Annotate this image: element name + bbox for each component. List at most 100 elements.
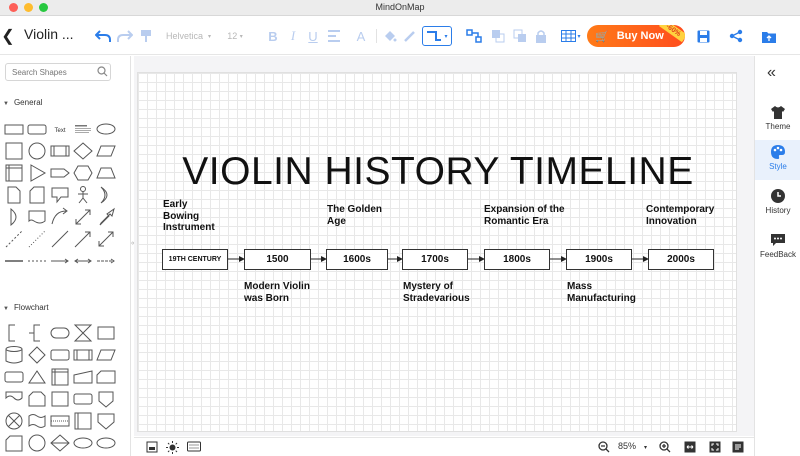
connector-circle-shape[interactable] bbox=[26, 432, 48, 454]
font-size-select[interactable]: 12 ▾ bbox=[224, 26, 246, 46]
page-setup-icon[interactable] bbox=[732, 441, 744, 455]
dotted-line-shape[interactable] bbox=[26, 228, 48, 250]
table-icon[interactable]: ▾ bbox=[560, 26, 582, 46]
zoom-level[interactable]: 85% bbox=[618, 441, 636, 451]
connector-icon[interactable] bbox=[464, 26, 484, 46]
timeline-box-2000s[interactable]: 2000s bbox=[648, 249, 714, 270]
undo-icon[interactable] bbox=[94, 26, 112, 46]
timeline-box-1500[interactable]: 1500 bbox=[244, 249, 311, 270]
database-shape[interactable] bbox=[3, 344, 25, 366]
theme-tab[interactable]: Theme bbox=[755, 100, 800, 140]
loop-limit-shape[interactable] bbox=[26, 388, 48, 410]
label-romantic-era[interactable]: Expansion of the Romantic Era bbox=[484, 204, 565, 227]
annotation-shape[interactable] bbox=[26, 322, 48, 344]
off-page-shape[interactable] bbox=[3, 388, 25, 410]
bold-icon[interactable]: B bbox=[266, 26, 280, 46]
display-shape[interactable] bbox=[72, 432, 94, 454]
align-icon[interactable] bbox=[326, 26, 344, 46]
export-icon[interactable] bbox=[760, 26, 778, 46]
horizontal-dash-arrow-shape[interactable] bbox=[95, 250, 117, 272]
horizontal-dashed-line-shape[interactable] bbox=[26, 250, 48, 272]
terminator-shape[interactable] bbox=[49, 322, 71, 344]
diamond-shape[interactable] bbox=[72, 140, 94, 162]
delay-shape[interactable] bbox=[95, 322, 117, 344]
collapse-right-panel-icon[interactable]: « bbox=[767, 64, 776, 82]
zoom-out-icon[interactable] bbox=[598, 441, 610, 455]
label-modern-violin[interactable]: Modern Violin was Born bbox=[244, 281, 310, 304]
save-icon[interactable] bbox=[694, 26, 712, 46]
label-stradevarious[interactable]: Mystery of Stradevarious bbox=[403, 281, 470, 304]
canvas-area[interactable]: VIOLIN HISTORY TIMELINE 19TH CENTURY 150… bbox=[134, 56, 754, 436]
curved-arrow-shape[interactable] bbox=[49, 206, 71, 228]
summing-junction-shape[interactable] bbox=[3, 410, 25, 432]
block-arrow-shape[interactable] bbox=[95, 206, 117, 228]
history-tab[interactable]: History bbox=[755, 184, 800, 224]
line-style-select[interactable]: ▾ bbox=[422, 26, 452, 46]
card-shape[interactable] bbox=[26, 184, 48, 206]
rectangle-shape[interactable] bbox=[3, 118, 25, 140]
parallelogram-shape[interactable] bbox=[95, 140, 117, 162]
heading-text-shape[interactable] bbox=[72, 118, 94, 140]
fullscreen-icon[interactable] bbox=[709, 441, 721, 455]
document-flow-shape[interactable] bbox=[49, 388, 71, 410]
text-color-icon[interactable]: A bbox=[354, 26, 368, 46]
section-general[interactable]: ▼ General bbox=[3, 98, 42, 107]
document-title[interactable]: Violin ... bbox=[24, 26, 74, 42]
theme-mode-icon[interactable] bbox=[166, 441, 179, 456]
card-flow-shape-2[interactable] bbox=[3, 432, 25, 454]
share-icon[interactable] bbox=[727, 26, 745, 46]
timeline-box-1900s[interactable]: 1900s bbox=[566, 249, 632, 270]
lock-icon[interactable] bbox=[534, 26, 548, 46]
preparation-shape[interactable] bbox=[72, 388, 94, 410]
timeline-box-1700s[interactable]: 1700s bbox=[402, 249, 468, 270]
collate-shape[interactable] bbox=[72, 322, 94, 344]
circle-shape[interactable] bbox=[26, 140, 48, 162]
search-shapes-input[interactable] bbox=[5, 63, 111, 81]
document-shape[interactable] bbox=[3, 184, 25, 206]
line-color-icon[interactable] bbox=[402, 26, 418, 46]
keyboard-icon[interactable] bbox=[187, 441, 201, 454]
double-arrow-line-shape[interactable] bbox=[95, 228, 117, 250]
label-mass-manufacturing[interactable]: Mass Manufacturing bbox=[567, 281, 636, 304]
divided-process-shape[interactable] bbox=[49, 410, 71, 432]
diagram-title[interactable]: VIOLIN HISTORY TIMELINE bbox=[138, 150, 738, 194]
oval-shape[interactable] bbox=[95, 432, 117, 454]
back-icon[interactable]: ❮ bbox=[1, 26, 14, 46]
merge-shape[interactable] bbox=[95, 410, 117, 432]
internal-storage-shape[interactable] bbox=[3, 162, 25, 184]
sort-shape[interactable] bbox=[49, 432, 71, 454]
half-moon-shape[interactable] bbox=[95, 184, 117, 206]
label-golden-age[interactable]: The Golden Age bbox=[327, 204, 382, 227]
horizontal-arrow-shape[interactable] bbox=[49, 250, 71, 272]
horizontal-double-arrow-shape[interactable] bbox=[72, 250, 94, 272]
text-shape[interactable]: Text bbox=[49, 118, 71, 140]
trapezoid-shape[interactable] bbox=[95, 162, 117, 184]
bidirectional-arrow-shape[interactable] bbox=[72, 206, 94, 228]
outline-icon[interactable] bbox=[146, 441, 158, 455]
italic-icon[interactable]: I bbox=[286, 26, 300, 46]
manual-input-shape[interactable] bbox=[72, 366, 94, 388]
ellipse-shape[interactable] bbox=[95, 118, 117, 140]
semicircle-shape[interactable] bbox=[3, 206, 25, 228]
label-contemporary-innovation[interactable]: Contemporary Innovation bbox=[646, 204, 714, 227]
process-shape[interactable] bbox=[49, 140, 71, 162]
underline-icon[interactable]: U bbox=[306, 26, 320, 46]
timeline-box-1600s[interactable]: 1600s bbox=[326, 249, 388, 270]
style-tab[interactable]: Style bbox=[755, 140, 800, 180]
zoom-in-icon[interactable] bbox=[659, 441, 671, 455]
rect-flow-shape[interactable] bbox=[3, 366, 25, 388]
square-shape[interactable] bbox=[3, 140, 25, 162]
data-shape[interactable] bbox=[95, 344, 117, 366]
extract-shape[interactable] bbox=[26, 366, 48, 388]
arrow-line-shape[interactable] bbox=[72, 228, 94, 250]
actor-shape[interactable] bbox=[72, 184, 94, 206]
dashed-line-shape[interactable] bbox=[3, 228, 25, 250]
section-flowchart[interactable]: ▼ Flowchart bbox=[3, 303, 49, 312]
timeline-box-1800s[interactable]: 1800s bbox=[484, 249, 550, 270]
format-painter-icon[interactable] bbox=[138, 26, 154, 46]
font-family-select[interactable]: Helvetica ▾ bbox=[166, 26, 216, 46]
label-early-bowing-instrument[interactable]: Early Bowing Instrument bbox=[163, 199, 215, 234]
feedback-tab[interactable]: FeedBack bbox=[755, 228, 800, 268]
fill-color-icon[interactable] bbox=[382, 26, 398, 46]
predefined-process-shape[interactable] bbox=[72, 344, 94, 366]
